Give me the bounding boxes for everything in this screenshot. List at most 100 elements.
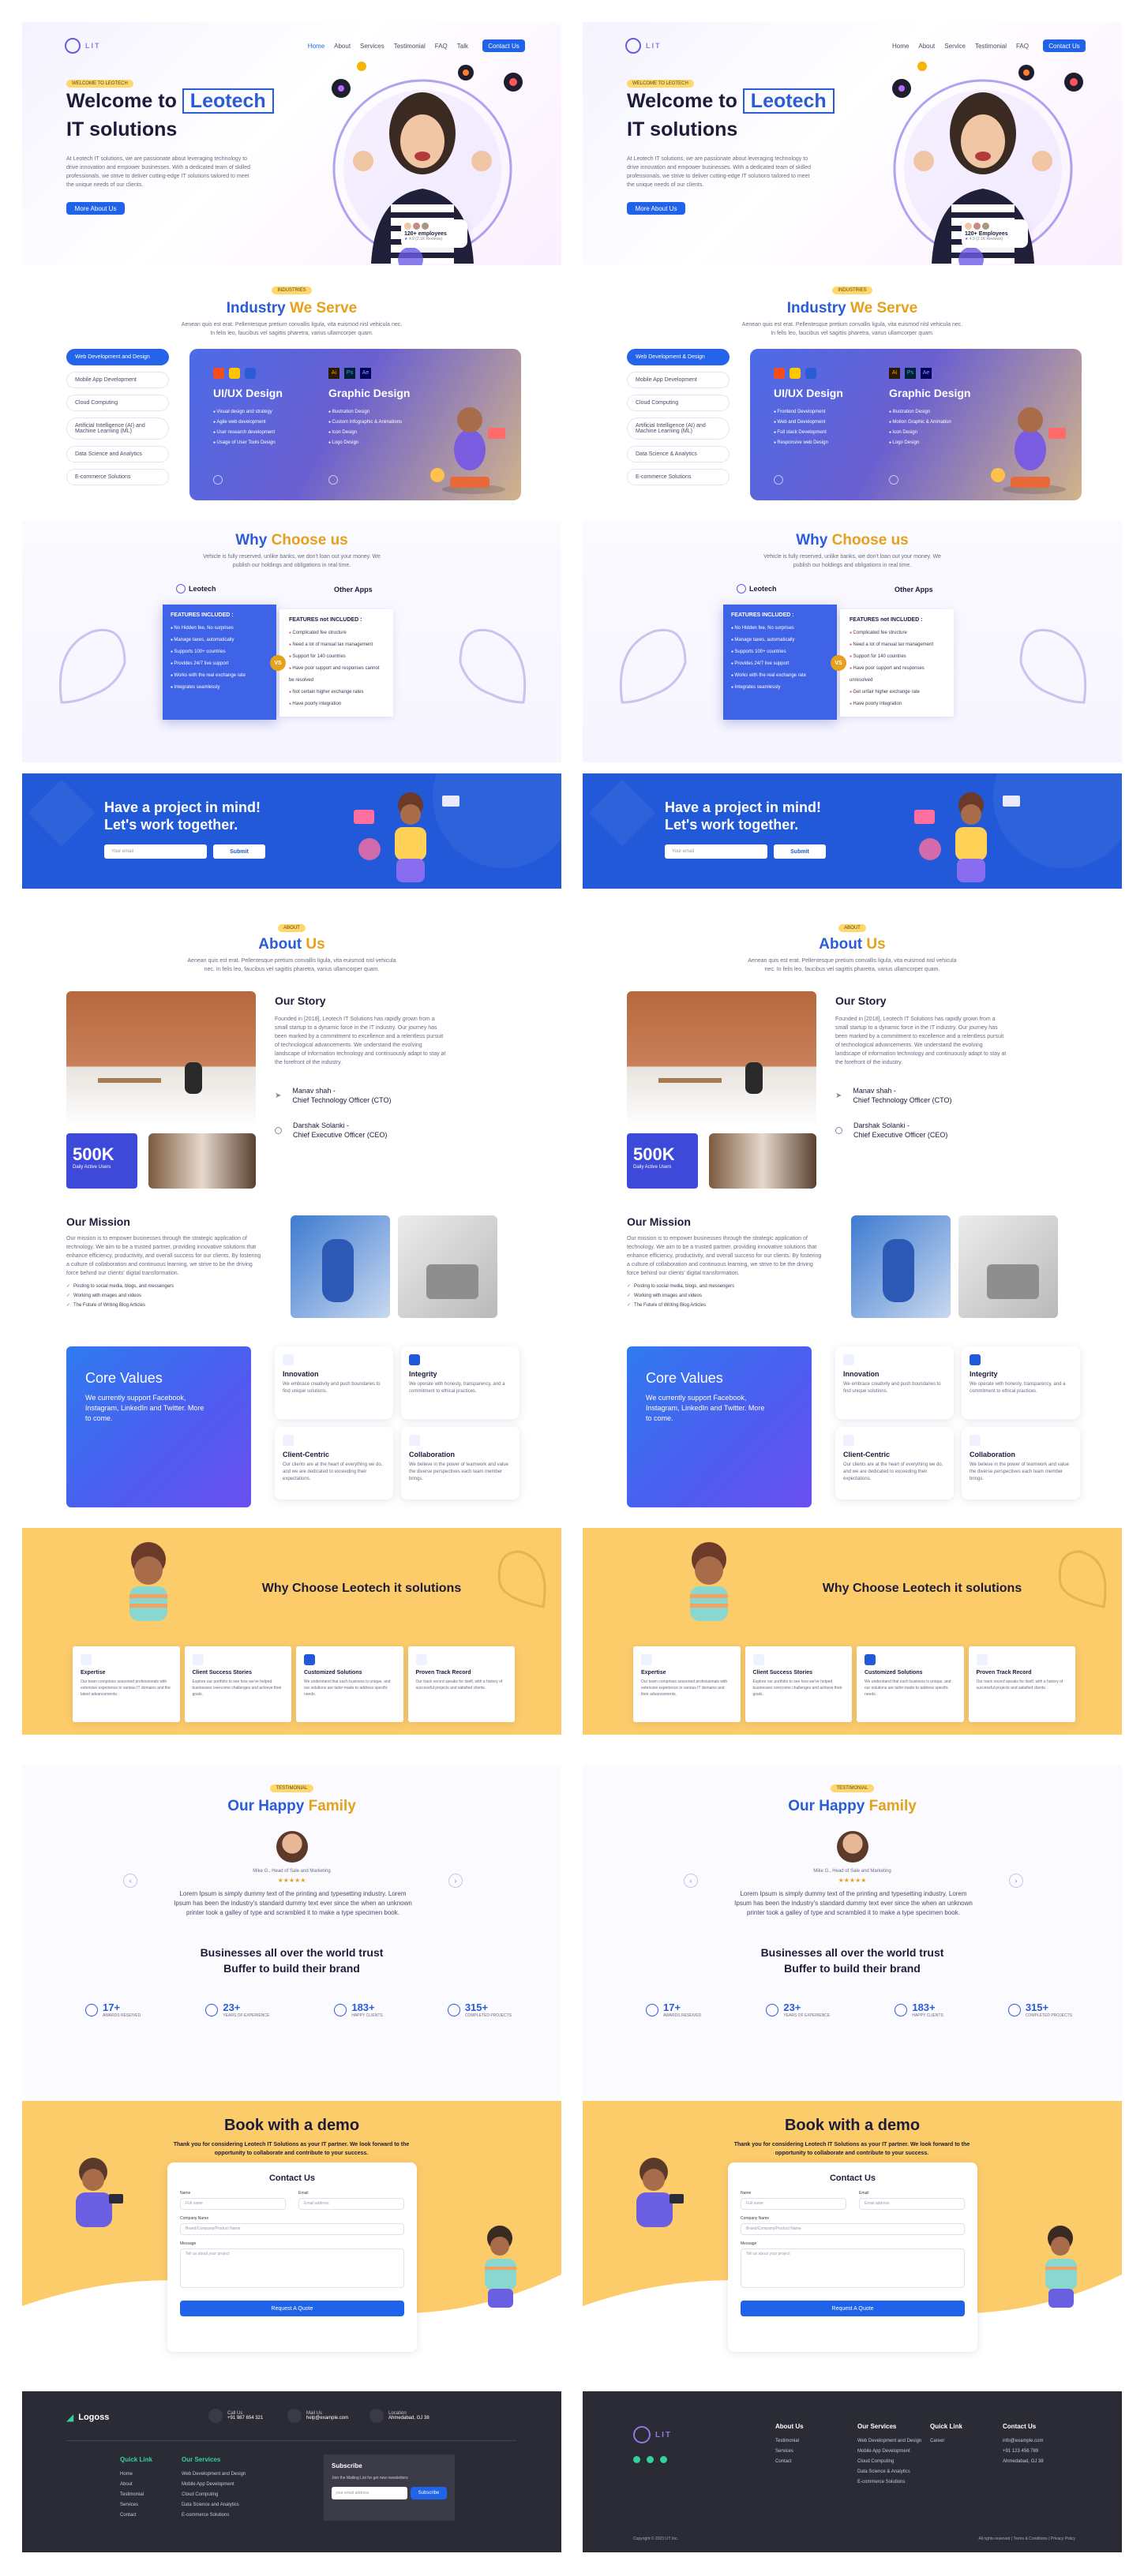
industry-tab[interactable]: Web Development & Design (627, 349, 730, 365)
message-field[interactable]: Tell us about your project (180, 2248, 404, 2288)
industry-tab[interactable]: Data Science & Analytics (627, 446, 730, 462)
why-title-2: Choose us (831, 532, 909, 549)
cta-submit-button[interactable]: Submit (774, 844, 826, 859)
cta-submit-button[interactable]: Submit (213, 844, 265, 859)
nav-link-about[interactable]: About (918, 43, 935, 50)
nav-link-service[interactable]: Service (944, 43, 966, 50)
subscribe-email-input[interactable]: your email address (332, 2487, 407, 2499)
list-item: Get unfair higher exchange rate (850, 687, 944, 698)
subscribe-button[interactable]: Subscribe (411, 2487, 447, 2499)
company-field[interactable]: Brand/Company/Product Name (180, 2223, 404, 2235)
nav-link-services[interactable]: Services (360, 43, 384, 50)
employees-count: 120+ Employees (965, 231, 1008, 237)
card2-arrow-icon[interactable] (889, 475, 898, 485)
core-value-title: Collaboration (409, 1451, 455, 1458)
footer-link[interactable]: Data Science & Analytics (857, 2467, 921, 2477)
email-field[interactable]: Email address (859, 2198, 965, 2210)
footer-link[interactable]: Mobile App Development (182, 2480, 246, 2490)
send-icon: ➤ (275, 1091, 282, 1100)
industry-tab[interactable]: Cloud Computing (66, 395, 169, 411)
industry-tab[interactable]: Artificial Intelligence (AI) and Machine… (627, 417, 730, 440)
footer-link[interactable]: Mobile App Development (857, 2447, 921, 2457)
card2-arrow-icon[interactable] (328, 475, 338, 485)
footer-link[interactable]: About (120, 2480, 152, 2490)
contact-us-button[interactable]: Contact Us (482, 39, 525, 52)
nav-link-testimonial[interactable]: Testimonial (394, 43, 426, 50)
industry-tab[interactable]: Mobile App Development (66, 372, 169, 388)
footer-link[interactable]: info@example.com (1003, 2436, 1044, 2447)
instagram-icon[interactable] (647, 2456, 654, 2463)
nav-link-home[interactable]: Home (892, 43, 909, 50)
footer-link[interactable]: Web Development and Design (182, 2469, 246, 2480)
request-quote-button[interactable]: Request A Quote (180, 2301, 404, 2316)
card1-arrow-icon[interactable] (774, 475, 783, 485)
industry-section: INDUSTRIES Industry We Serve Aenean quis… (583, 273, 1122, 510)
footer-link[interactable]: Home (120, 2469, 152, 2480)
industry-tab[interactable]: E-commerce Solutions (627, 469, 730, 485)
industry-tab[interactable]: Mobile App Development (627, 372, 730, 388)
company-field[interactable]: Brand/Company/Product Name (741, 2223, 965, 2235)
next-arrow-icon[interactable]: › (1009, 1874, 1023, 1888)
footer-link[interactable]: Cloud Computing (857, 2457, 921, 2467)
testimonial-title-3: Family (308, 1798, 356, 1814)
footer-link[interactable]: Data Science and Analytics (182, 2500, 246, 2510)
core-values-card: Core Values We currently support Faceboo… (66, 1346, 251, 1507)
industry-tab[interactable]: Artificial Intelligence (AI) and Machine… (66, 417, 169, 440)
footer-link[interactable]: Web Development and Design (857, 2436, 921, 2447)
footer-link[interactable]: Contact (120, 2510, 152, 2521)
footer-link[interactable]: Services (775, 2447, 804, 2457)
footer-link[interactable]: E-commerce Solutions (182, 2510, 246, 2521)
nav-link-home[interactable]: Home (308, 43, 324, 50)
logo-mark-icon: ◢ (66, 2412, 74, 2423)
wcl-card-title: Customized Solutions (865, 1670, 923, 1676)
footer-link[interactable]: Testimonial (775, 2436, 804, 2447)
footer-link[interactable]: Testimonial (120, 2490, 152, 2500)
footer-logo[interactable]: ◢ Logoss (66, 2412, 109, 2423)
industry-tab[interactable]: Web Development and Design (66, 349, 169, 365)
industry-tab[interactable]: E-commerce Solutions (66, 469, 169, 485)
cta-email-input[interactable]: Your email (104, 844, 207, 859)
why-brand-label: Leotech (176, 584, 216, 593)
stat-number: 17+ (103, 2001, 121, 2013)
more-about-us-button[interactable]: More About Us (627, 202, 685, 215)
trust-line1: Businesses all over the world trust (760, 1946, 944, 1959)
nav-link-faq[interactable]: FAQ (1016, 43, 1029, 50)
email-field[interactable]: Email address (298, 2198, 404, 2210)
logo[interactable]: LIT (625, 38, 662, 54)
testimonial-title-3: Family (868, 1798, 917, 1814)
list-item: Illustration Design (889, 407, 951, 417)
footer-logo[interactable]: LIT (633, 2426, 672, 2443)
facebook-icon[interactable] (633, 2456, 640, 2463)
card1-arrow-icon[interactable] (213, 475, 223, 485)
footer-link[interactable]: Contact (775, 2457, 804, 2467)
footer-link[interactable]: +91 123 456 789 (1003, 2447, 1044, 2457)
name-field[interactable]: Full name (180, 2198, 286, 2210)
nav-link-talk[interactable]: Talk (457, 43, 468, 50)
footer-link[interactable]: Services (120, 2500, 152, 2510)
footer-link[interactable]: Cloud Computing (182, 2490, 246, 2500)
footer-link[interactable]: Career (930, 2436, 962, 2447)
prev-arrow-icon[interactable]: ‹ (684, 1874, 698, 1888)
next-arrow-icon[interactable]: › (448, 1874, 463, 1888)
footer-link[interactable]: E-commerce Solutions (857, 2477, 921, 2488)
industry-tab[interactable]: Data Science and Analytics (66, 446, 169, 462)
logo[interactable]: LIT (65, 38, 101, 54)
request-quote-button[interactable]: Request A Quote (741, 2301, 965, 2316)
footer-link[interactable]: Ahmedabad, GJ 38 (1003, 2457, 1044, 2467)
message-field[interactable]: Tell us about your project (741, 2248, 965, 2288)
nav-link-faq[interactable]: FAQ (435, 43, 448, 50)
nav-link-about[interactable]: About (334, 43, 351, 50)
twitter-icon[interactable] (660, 2456, 667, 2463)
card1-title: UI/UX Design (774, 387, 843, 399)
contact-us-button[interactable]: Contact Us (1043, 39, 1086, 52)
circle-icon (275, 1126, 282, 1134)
footer-legal-links[interactable]: All rights reserved | Terms & Conditions… (978, 2537, 1075, 2541)
industry-tab[interactable]: Cloud Computing (627, 395, 730, 411)
nav-link-testimonial[interactable]: Testimonial (975, 43, 1007, 50)
stat-item: 17+ AWARDS RESEIVED (85, 2001, 141, 2019)
desk-shape (98, 1078, 161, 1083)
name-field[interactable]: Full name (741, 2198, 846, 2210)
cta-email-input[interactable]: Your email (665, 844, 767, 859)
prev-arrow-icon[interactable]: ‹ (123, 1874, 137, 1888)
more-about-us-button[interactable]: More About Us (66, 202, 125, 215)
